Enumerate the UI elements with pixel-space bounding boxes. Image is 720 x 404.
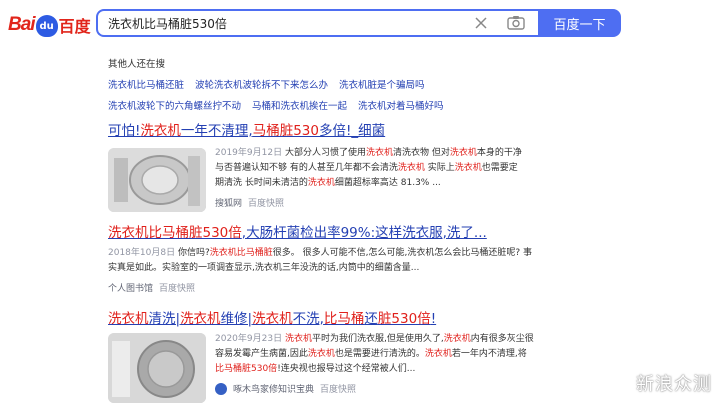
logo-text-left: Bai — [8, 14, 36, 35]
search-result: 洗衣机清洗|洗衣机维修|洗衣机不洗,比马桶还脏530倍! 2020年9月23日 … — [108, 310, 608, 403]
clear-icon[interactable] — [472, 14, 490, 32]
paw-icon: du — [35, 15, 58, 37]
abstract-highlight: 洗衣机 — [365, 148, 393, 158]
title-part: 多倍!_细菌 — [319, 123, 386, 139]
abstract-text: 平时为我们洗衣服,但是使用久了, — [311, 334, 444, 344]
related-link[interactable]: 马桶和洗衣机挨在一起 — [252, 98, 347, 112]
baidu-logo[interactable]: Bai du 百度 — [8, 10, 91, 40]
search-result: 洗衣机比马桶脏530倍,大肠杆菌检出率99%:这样洗衣服,洗了... 2018年… — [108, 224, 608, 294]
abstract-text: 实际上 — [424, 163, 455, 173]
camera-icon[interactable] — [506, 14, 526, 32]
result-date: 2019年9月12日 — [215, 148, 283, 158]
result-title[interactable]: 洗衣机比马桶脏530倍,大肠杆菌检出率99%:这样洗衣服,洗了... — [108, 224, 608, 242]
abstract-highlight: 洗衣机比马桶脏 — [209, 248, 273, 258]
title-part: 维修| — [220, 311, 253, 327]
snapshot-link[interactable]: 百度快照 — [159, 281, 195, 294]
related-searches: 其他人还在搜 洗衣机比马桶还脏 波轮洗衣机波轮拆不下来怎么办 洗衣机脏是个骗局吗… — [108, 56, 528, 119]
abstract-highlight: 洗衣机 — [449, 148, 477, 158]
abstract-text: !连央视也报导过这个经常被人们... — [277, 364, 416, 374]
result-date: 2018年10月8日 — [108, 248, 176, 258]
result-abstract: 2019年9月12日 大部分人习惯了使用洗衣机清洗衣物 但对洗衣机本身的干净与否… — [215, 146, 525, 191]
abstract-highlight: 洗衣机 — [307, 349, 335, 359]
related-title: 其他人还在搜 — [108, 59, 166, 70]
search-result: 可怕!洗衣机一年不清理,马桶脏530多倍!_细菌 2019年9月12日 大部分人… — [108, 122, 608, 212]
abstract-text: 清洗衣物 但对 — [392, 148, 450, 158]
related-row: 洗衣机波轮下的六角螺丝拧不动 马桶和洗衣机挨在一起 洗衣机对着马桶好吗 — [108, 98, 528, 112]
result-abstract: 2018年10月8日 你信吗?洗衣机比马桶脏很多。 很多人可能不信,怎么可能,洗… — [108, 246, 538, 276]
title-highlight: 比马桶 — [323, 311, 365, 327]
result-abstract: 2020年9月23日 洗衣机平时为我们洗衣服,但是使用久了,洗衣机内有很多灰尘很… — [215, 332, 535, 377]
related-link[interactable]: 洗衣机比马桶还脏 — [108, 77, 184, 91]
abstract-text: 你信吗? — [175, 248, 210, 258]
title-highlight: 脏530倍 — [377, 311, 431, 327]
result-source-line: 个人图书馆 百度快照 — [108, 281, 195, 294]
title-highlight: 洗衣机 — [180, 311, 221, 327]
search-box — [96, 9, 538, 37]
abstract-highlight: 洗衣机 — [443, 334, 471, 344]
result-source-line: 啄木鸟家修知识宝典 百度快照 — [215, 382, 356, 395]
logo-text-right: 百度 — [58, 17, 91, 36]
abstract-highlight: 比马桶脏530倍 — [215, 364, 278, 374]
title-highlight: 洗衣机比马桶脏530倍 — [108, 225, 242, 241]
search-input[interactable] — [108, 11, 468, 35]
title-part: ,大肠杆菌检出率99%:这样洗衣服,洗了... — [241, 225, 487, 241]
title-part: 还 — [364, 311, 378, 327]
title-part: ! — [430, 311, 437, 327]
watermark: 新浪众测 — [636, 374, 712, 395]
source-name[interactable]: 个人图书馆 — [108, 281, 153, 294]
snapshot-link[interactable]: 百度快照 — [320, 382, 356, 395]
abstract-highlight: 洗衣机 — [424, 349, 452, 359]
source-name[interactable]: 啄木鸟家修知识宝典 — [233, 382, 314, 395]
related-link[interactable]: 洗衣机脏是个骗局吗 — [339, 77, 425, 91]
source-logo-icon — [215, 382, 227, 395]
source-name[interactable]: 搜狐网 — [215, 196, 242, 209]
snapshot-link[interactable]: 百度快照 — [248, 196, 284, 209]
related-link[interactable]: 洗衣机对着马桶好吗 — [358, 98, 444, 112]
title-part: 一年不清理, — [180, 123, 253, 139]
abstract-text: 也是需要进行清洗的。 — [334, 349, 425, 359]
title-highlight: 洗衣机 — [252, 311, 293, 327]
title-highlight: 马桶脏530 — [252, 123, 319, 139]
related-link[interactable]: 波轮洗衣机波轮拆不下来怎么办 — [195, 77, 328, 91]
result-title[interactable]: 洗衣机清洗|洗衣机维修|洗衣机不洗,比马桶还脏530倍! — [108, 310, 608, 328]
title-part: 不洗, — [292, 311, 324, 327]
result-date: 2020年9月23日 — [215, 334, 283, 344]
abstract-highlight: 洗衣机 — [284, 334, 312, 344]
title-part: 可怕! — [108, 123, 141, 139]
title-part: 清洗| — [148, 311, 181, 327]
abstract-highlight: 洗衣机 — [397, 163, 425, 173]
title-highlight: 洗衣机 — [108, 311, 149, 327]
result-title[interactable]: 可怕!洗衣机一年不清理,马桶脏530多倍!_细菌 — [108, 122, 608, 140]
abstract-highlight: 洗衣机 — [454, 163, 482, 173]
abstract-highlight: 洗衣机 — [307, 178, 335, 188]
search-button[interactable]: 百度一下 — [538, 9, 621, 37]
related-row: 洗衣机比马桶还脏 波轮洗衣机波轮拆不下来怎么办 洗衣机脏是个骗局吗 — [108, 77, 528, 91]
result-source-line: 搜狐网 百度快照 — [215, 196, 284, 209]
abstract-text: 大部分人习惯了使用 — [282, 148, 366, 158]
abstract-text: 细菌超标率高达 81.3% ... — [334, 178, 441, 188]
result-thumbnail[interactable] — [108, 148, 206, 212]
result-thumbnail[interactable] — [108, 333, 206, 403]
title-highlight: 洗衣机 — [140, 123, 181, 139]
related-link[interactable]: 洗衣机波轮下的六角螺丝拧不动 — [108, 98, 241, 112]
abstract-text: 若一年内不清理,将 — [451, 349, 527, 359]
